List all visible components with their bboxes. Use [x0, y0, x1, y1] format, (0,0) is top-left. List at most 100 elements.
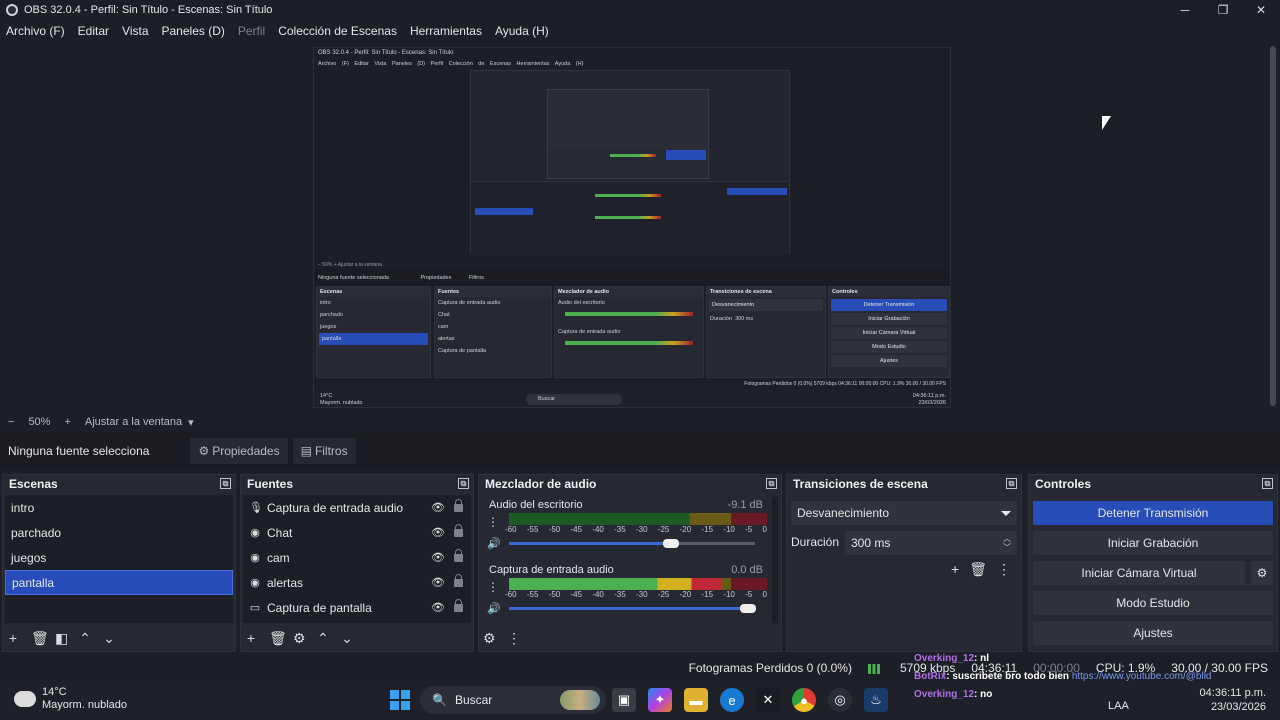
start-recording-button[interactable]: Iniciar Grabación	[1033, 531, 1273, 555]
menu-ayuda[interactable]: Ayuda (H)	[495, 24, 549, 38]
filters-button[interactable]: ▤ Filtros	[291, 438, 356, 464]
minimize-icon[interactable]: ─	[1166, 0, 1204, 20]
volume-slider-knob[interactable]	[739, 604, 756, 613]
scene-item-parchado[interactable]: parchado	[5, 520, 233, 545]
speaker-icon[interactable]: 🔊	[487, 602, 501, 615]
undock-icon[interactable]: ⧉	[1262, 478, 1273, 489]
source-item[interactable]: ◉ alertas 👁	[243, 570, 471, 595]
volume-slider-knob[interactable]	[663, 539, 680, 548]
windows-start-icon[interactable]	[390, 690, 410, 710]
duration-spinbox[interactable]: 300 ms ︿ ﹀	[845, 531, 1017, 555]
move-down-icon[interactable]: ⌄	[103, 630, 115, 647]
lock-icon[interactable]	[454, 499, 463, 512]
start-virtual-camera-button[interactable]: Iniciar Cámara Virtual	[1033, 561, 1245, 585]
menu-paneles[interactable]: Paneles (D)	[162, 24, 225, 38]
eye-icon[interactable]: 👁	[431, 576, 445, 589]
task-view-icon[interactable]: ▣	[612, 688, 636, 712]
menu-vista[interactable]: Vista	[122, 24, 148, 38]
preview-scrollbar[interactable]	[1266, 42, 1280, 412]
source-context-bar: Ninguna fuente selecciona ⚙ Propiedades ▤…	[0, 432, 1280, 470]
source-item[interactable]: ▭ Captura de pantalla 👁	[243, 595, 471, 620]
source-item[interactable]: ◉ cam 👁	[243, 545, 471, 570]
speaker-icon[interactable]: 🔊	[487, 537, 501, 550]
lock-icon[interactable]	[454, 549, 463, 562]
transition-select[interactable]: Desvanecimiento	[791, 501, 1017, 525]
menu-herramientas[interactable]: Herramientas	[410, 24, 482, 38]
advanced-audio-icon[interactable]: ⚙	[483, 630, 496, 647]
undock-icon[interactable]: ⧉	[766, 478, 777, 489]
obs-taskbar-icon[interactable]: ◎	[828, 688, 852, 712]
chat-text: : no	[974, 689, 993, 700]
zoom-in-button[interactable]: +	[64, 416, 70, 428]
eye-icon[interactable]: 👁	[431, 501, 445, 514]
add-scene-icon[interactable]: +	[7, 630, 19, 646]
menu-perfil[interactable]: Perfil	[238, 24, 265, 38]
meter-ticks: -60 -55 -50 -45 -40 -35 -30 -25 -20 -15 -10 -5 0	[505, 590, 767, 599]
studio-mode-button[interactable]: Modo Estudio	[1033, 591, 1273, 615]
menu-bar: Archivo (F) Editar Vista Paneles (D) Per…	[0, 20, 1280, 42]
xbox-icon[interactable]: ✕	[756, 688, 780, 712]
remove-transition-icon[interactable]: 🗑	[969, 561, 987, 578]
microphone-icon: 🎙	[249, 502, 263, 514]
eye-icon[interactable]: 👁	[431, 551, 445, 564]
weather-widget[interactable]: 14°C Mayorm. nublado	[14, 686, 127, 712]
restore-icon[interactable]: ❐	[1204, 0, 1242, 20]
kebab-menu-icon[interactable]: ⋮	[487, 580, 499, 594]
source-properties-icon[interactable]: ⚙	[293, 630, 306, 647]
fit-window-button[interactable]: Ajustar a la ventana	[85, 416, 182, 428]
chrome-icon[interactable]: ●	[792, 688, 816, 712]
settings-button[interactable]: Ajustes	[1033, 621, 1273, 645]
undock-icon[interactable]: ⧉	[1006, 478, 1017, 489]
menu-coleccion[interactable]: Colección de Escenas	[278, 24, 397, 38]
steam-icon[interactable]: ♨	[864, 688, 888, 712]
scene-item-pantalla[interactable]: pantalla	[5, 570, 233, 595]
kebab-menu-icon[interactable]: ⋮	[487, 515, 499, 529]
source-item[interactable]: ◉ Chat 👁	[243, 520, 471, 545]
move-up-icon[interactable]: ⌃	[79, 630, 91, 647]
zoom-dropdown-icon[interactable]: ▾	[188, 416, 194, 429]
volume-slider[interactable]	[509, 539, 755, 548]
source-item[interactable]: 🎙 Captura de entrada audio 👁	[243, 495, 471, 520]
eye-icon[interactable]: 👁	[431, 526, 445, 539]
undock-icon[interactable]: ⧉	[220, 478, 231, 489]
transition-menu-icon[interactable]: ⋮	[997, 561, 1011, 578]
move-down-icon[interactable]: ⌄	[341, 630, 353, 647]
remove-scene-icon[interactable]: 🗑	[31, 630, 49, 647]
chat-line: Overking_12: no	[914, 686, 1211, 704]
virtual-camera-settings-button[interactable]: ⚙	[1251, 561, 1273, 585]
mixer-menu-icon[interactable]: ⋮	[507, 630, 521, 647]
stop-stream-button[interactable]: Detener Transmisión	[1033, 501, 1273, 525]
meter-tick-label: -20	[679, 525, 692, 534]
menu-editar[interactable]: Editar	[78, 24, 109, 38]
copilot-icon[interactable]: ✦	[648, 688, 672, 712]
volume-slider[interactable]	[509, 604, 756, 613]
sources-dock: Fuentes ⧉ 🎙 Captura de entrada audio 👁 ◉ Cha…	[240, 474, 474, 652]
scene-filters-icon[interactable]: ◧	[55, 630, 68, 647]
scene-item-juegos[interactable]: juegos	[5, 545, 233, 570]
remove-source-icon[interactable]: 🗑	[269, 630, 287, 647]
edge-icon[interactable]: e	[720, 688, 744, 712]
channel-db: 0.0 dB	[731, 564, 763, 576]
nested-inner-meter	[610, 154, 656, 157]
scene-item-intro[interactable]: intro	[5, 495, 233, 520]
menu-archivo[interactable]: Archivo (F)	[6, 24, 65, 38]
close-icon[interactable]: ✕	[1242, 0, 1280, 20]
taskbar-search[interactable]: 🔍 Buscar	[420, 686, 606, 714]
mixer-scrollbar[interactable]	[772, 497, 778, 623]
nested-source: Captura de pantalla	[438, 348, 487, 354]
lock-icon[interactable]	[454, 524, 463, 537]
move-up-icon[interactable]: ⌃	[317, 630, 329, 647]
nested-scene: intro	[320, 300, 331, 306]
chevron-down-icon	[1001, 511, 1011, 516]
lock-icon[interactable]	[454, 574, 463, 587]
zoom-out-button[interactable]: −	[8, 416, 14, 428]
file-explorer-icon[interactable]: ▬	[684, 688, 708, 712]
eye-icon[interactable]: 👁	[431, 601, 445, 614]
add-transition-icon[interactable]: +	[951, 561, 959, 578]
add-source-icon[interactable]: +	[245, 630, 257, 646]
lock-icon[interactable]	[454, 599, 463, 612]
scrollbar-thumb[interactable]	[1270, 46, 1276, 406]
undock-icon[interactable]: ⧉	[458, 478, 469, 489]
spin-arrows-icon[interactable]: ︿ ﹀	[1003, 534, 1011, 552]
properties-button[interactable]: ⚙ Propiedades	[189, 438, 288, 464]
